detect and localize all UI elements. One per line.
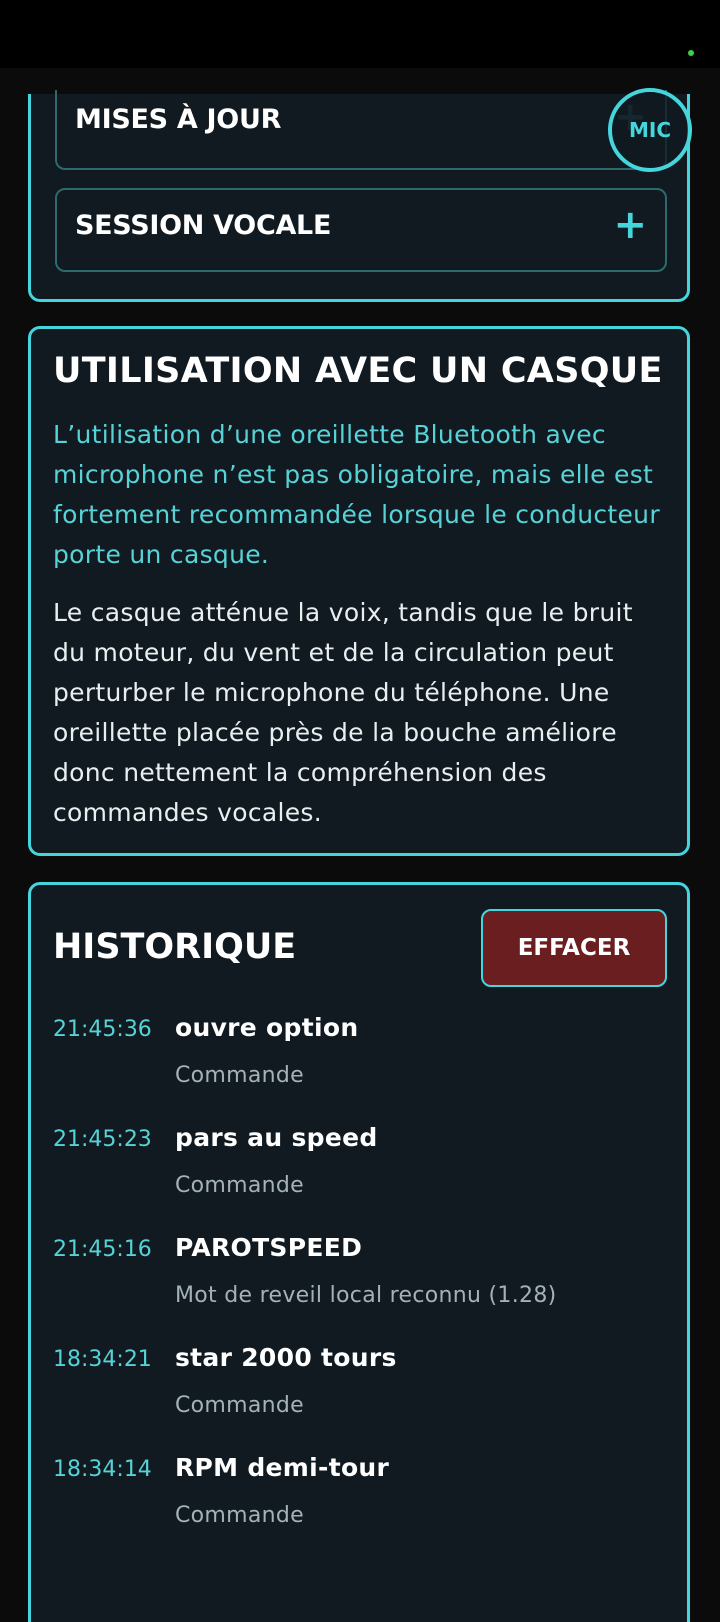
history-item-time: 18:34:14 xyxy=(53,1457,152,1482)
history-item-kind: Commande xyxy=(175,1393,305,1418)
history-item-kind: Commande xyxy=(175,1503,305,1528)
updates-section-label: MISES À JOUR xyxy=(75,104,282,135)
history-item-kind: Commande xyxy=(175,1063,305,1088)
history-item-text: pars au speed xyxy=(175,1123,378,1152)
mic-button-label: MIC xyxy=(628,118,672,142)
mic-floating-button[interactable]: MIC xyxy=(608,88,692,172)
history-item: 21:45:23 pars au speed Commande xyxy=(53,1121,665,1221)
history-item-text: PAROTSPEED xyxy=(175,1233,363,1262)
status-indicator-dot xyxy=(688,50,694,56)
history-item-time: 21:45:36 xyxy=(53,1017,152,1042)
history-item: 18:34:21 star 2000 tours Commande xyxy=(53,1341,665,1441)
history-item: 18:34:14 RPM demi-tour Commande xyxy=(53,1451,665,1551)
helmet-usage-card: UTILISATION AVEC UN CASQUE L’utilisation… xyxy=(28,326,690,856)
history-card: HISTORIQUE EFFACER 21:45:36 ouvre option… xyxy=(28,882,690,1622)
history-item: 21:45:16 PAROTSPEED Mot de reveil local … xyxy=(53,1231,665,1331)
expand-plus-icon: + xyxy=(613,202,647,248)
history-item-text: RPM demi-tour xyxy=(175,1453,390,1482)
voice-session-section-label: SESSION VOCALE xyxy=(75,210,332,241)
history-item-text: ouvre option xyxy=(175,1013,359,1042)
settings-card: MISES À JOUR + SESSION VOCALE + xyxy=(28,90,690,302)
history-title: HISTORIQUE xyxy=(53,927,297,967)
helmet-usage-paragraph-1: L’utilisation d’une oreillette Bluetooth… xyxy=(53,420,660,569)
history-item-time: 21:45:23 xyxy=(53,1127,152,1152)
history-item-kind: Commande xyxy=(175,1173,305,1198)
clear-history-button[interactable]: EFFACER xyxy=(481,909,667,987)
history-item-kind: Mot de reveil local reconnu (1.28) xyxy=(175,1283,557,1308)
history-item-time: 18:34:21 xyxy=(53,1347,152,1372)
updates-section-toggle[interactable]: MISES À JOUR + xyxy=(55,90,667,170)
status-bar xyxy=(0,0,720,68)
helmet-usage-paragraph-2: Le casque atténue la voix, tandis que le… xyxy=(53,598,633,827)
helmet-usage-title: UTILISATION AVEC UN CASQUE xyxy=(53,351,663,391)
history-item-time: 21:45:16 xyxy=(53,1237,152,1262)
voice-session-section-toggle[interactable]: SESSION VOCALE + xyxy=(55,188,667,272)
history-item-text: star 2000 tours xyxy=(175,1343,397,1372)
clear-history-label: EFFACER xyxy=(517,935,631,961)
history-item: 21:45:36 ouvre option Commande xyxy=(53,1011,665,1111)
